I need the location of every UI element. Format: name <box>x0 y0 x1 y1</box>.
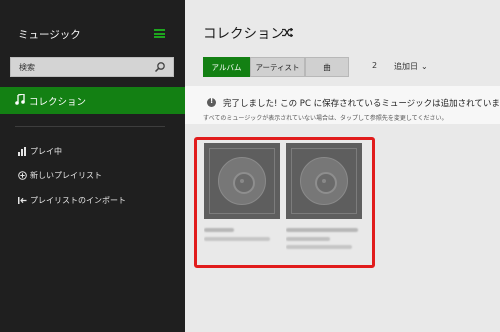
disc-icon <box>300 157 348 205</box>
shuffle-icon[interactable] <box>282 28 293 37</box>
sort-dropdown[interactable]: 追加日 ⌄ <box>394 61 428 72</box>
music-note-icon <box>15 94 25 105</box>
sidebar-item-new-playlist[interactable]: 新しいプレイリスト <box>0 167 185 185</box>
album-tile[interactable] <box>204 143 280 241</box>
disc-icon <box>218 157 266 205</box>
sidebar-item-label: プレイリストのインポート <box>30 196 126 205</box>
main-content: コレクション アルバム アーティスト 曲 2 追加日⌄ 完了しました! この P… <box>185 0 500 332</box>
album-cover <box>286 143 362 219</box>
tab-songs[interactable]: 曲 <box>305 57 349 77</box>
notice-title: 完了しました! この PC に保存されているミュージックは追加されています。 <box>223 99 500 109</box>
sidebar-item-label: 新しいプレイリスト <box>30 171 102 180</box>
import-icon <box>18 197 27 204</box>
album-tile[interactable] <box>286 143 362 249</box>
sidebar-item-label: プレイ中 <box>30 147 62 156</box>
chevron-down-icon: ⌄ <box>421 62 428 71</box>
search-placeholder: 検索 <box>19 63 35 72</box>
album-caption <box>204 223 280 257</box>
sidebar-item-label: コレクション <box>29 97 87 108</box>
tab-artists[interactable]: アーティスト <box>250 57 305 77</box>
sidebar-item-import-playlist[interactable]: プレイリストのインポート <box>0 192 185 210</box>
sort-label: 追加日 <box>394 62 418 71</box>
search-input[interactable]: 検索 <box>10 57 174 77</box>
album-caption <box>286 223 362 257</box>
add-circle-icon <box>18 171 27 180</box>
sidebar-divider <box>15 126 165 127</box>
app-title: ミュージック <box>18 29 81 41</box>
view-tabs: アルバム アーティスト 曲 <box>203 57 349 77</box>
hamburger-menu-icon[interactable] <box>154 29 165 38</box>
item-count: 2 <box>372 61 378 70</box>
sidebar-item-now-playing[interactable]: プレイ中 <box>0 143 185 161</box>
info-icon <box>207 97 216 107</box>
notification-banner[interactable]: 完了しました! この PC に保存されているミュージックは追加されています。 す… <box>185 86 500 124</box>
album-cover <box>204 143 280 219</box>
notice-subtitle: すべてのミュージックが表示されていない場合は、タップして参照先を変更してください… <box>203 115 448 122</box>
page-title: コレクション <box>203 26 284 42</box>
tab-albums[interactable]: アルバム <box>203 57 250 77</box>
search-icon[interactable] <box>154 61 166 73</box>
sidebar: ミュージック 検索 コレクション プレイ中 新しいプレイリスト プレイリストのイ… <box>0 0 185 332</box>
equalizer-icon <box>18 147 26 156</box>
sidebar-item-collection[interactable]: コレクション <box>0 87 185 114</box>
